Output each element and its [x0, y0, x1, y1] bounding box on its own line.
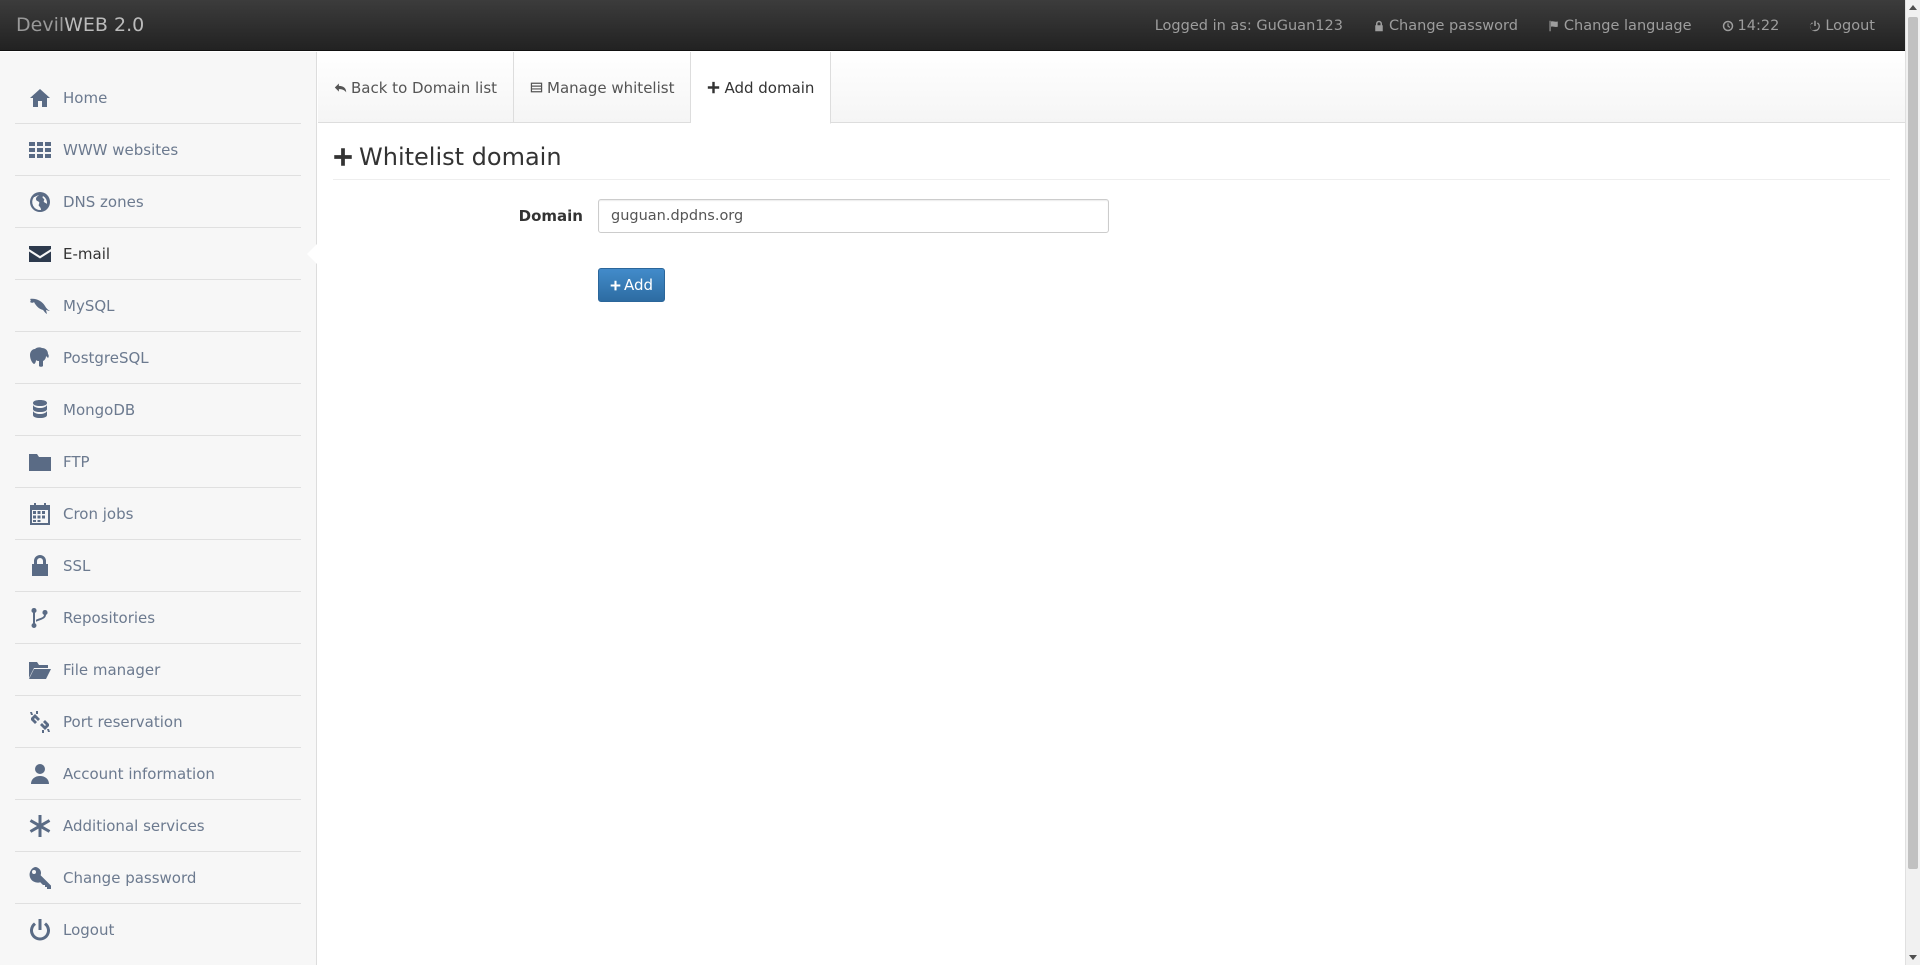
lock-icon [1375, 20, 1383, 31]
change-language-link[interactable]: Change language [1548, 18, 1692, 34]
domain-form-group: Domain Add [333, 199, 1890, 309]
logged-in-user: Logged in as: GuGuan123 [1155, 18, 1343, 34]
change-password-label: Change password [1388, 17, 1518, 34]
clock-icon [1722, 20, 1733, 31]
globe-icon [28, 190, 52, 214]
sidebar-item-dns-zones[interactable]: DNS zones [15, 176, 301, 228]
sidebar-item-port-reservation[interactable]: Port reservation [15, 696, 301, 748]
sidebar-menu: Home WWW websites DNS zones E-mail MySQL… [0, 72, 317, 956]
sidebar-item-label: FTP [63, 452, 90, 471]
sidebar-item-mysql[interactable]: MySQL [15, 280, 301, 332]
sidebar-item-additional-services[interactable]: Additional services [15, 800, 301, 852]
sidebar-item-postgresql[interactable]: PostgreSQL [15, 332, 301, 384]
page-title: Whitelist domain [333, 143, 1890, 180]
brand-prefix: Devil [16, 14, 65, 36]
home-icon [28, 86, 52, 110]
folder-open-icon [28, 658, 52, 682]
add-button-label: Add [624, 276, 654, 294]
clock-time: 14:22 [1737, 17, 1780, 34]
plus-icon [708, 81, 720, 94]
sidebar-item-label: Change password [63, 868, 197, 887]
sidebar-item-label: Additional services [63, 816, 205, 835]
sidebar-item-label: PostgreSQL [63, 348, 149, 367]
folder-icon [28, 450, 52, 474]
power-icon [1810, 20, 1821, 31]
change-password-link[interactable]: Change password [1373, 18, 1518, 34]
list-icon [530, 82, 543, 93]
asterisk-icon [28, 814, 52, 838]
sidebar-item-account-information[interactable]: Account information [15, 748, 301, 800]
tab-add-domain[interactable]: Add domain [691, 52, 832, 124]
add-button[interactable]: Add [598, 268, 666, 302]
main-panel: Back to Domain list Manage whitelist Add… [318, 52, 1905, 965]
sidebar-item-label: E-mail [63, 244, 111, 263]
tab-back-to-domain-list[interactable]: Back to Domain list [318, 52, 515, 123]
sidebar-item-www-websites[interactable]: WWW websites [15, 124, 301, 176]
page-title-text: Whitelist domain [359, 143, 562, 171]
plus-icon [610, 280, 621, 290]
grid-icon [28, 138, 52, 162]
sidebar-item-mongodb[interactable]: MongoDB [15, 384, 301, 436]
logout-label: Logout [1825, 17, 1875, 34]
sidebar-item-file-manager[interactable]: File manager [15, 644, 301, 696]
tab-label: Back to Domain list [351, 78, 498, 97]
brand-logo[interactable]: DevilWEB 2.0 [16, 14, 144, 36]
sidebar-item-ftp[interactable]: FTP [15, 436, 301, 488]
sidebar-item-label: Cron jobs [63, 504, 134, 523]
sidebar-item-label: SSL [63, 556, 91, 575]
scroll-up-arrow-icon[interactable] [1909, 5, 1917, 10]
sidebar-item-label: DNS zones [63, 192, 144, 211]
key-icon [28, 866, 52, 890]
sidebar: Home WWW websites DNS zones E-mail MySQL… [0, 52, 317, 965]
sidebar-item-label: File manager [63, 660, 161, 679]
content-area: Whitelist domain Domain Add [318, 123, 1905, 329]
sidebar-item-label: Home [63, 88, 108, 107]
calendar-icon [28, 502, 52, 526]
flag-icon [1549, 20, 1558, 31]
git-branch-icon [28, 606, 52, 630]
sidebar-item-label: WWW websites [63, 140, 179, 159]
logout-link[interactable]: Logout [1809, 18, 1875, 34]
page-scrollbar[interactable] [1905, 0, 1920, 965]
lock-icon [28, 554, 52, 578]
sidebar-item-email[interactable]: E-mail [15, 228, 317, 280]
elephant-icon [28, 346, 52, 370]
sidebar-item-label: MongoDB [63, 400, 136, 419]
sidebar-item-label: Port reservation [63, 712, 183, 731]
plus-icon [334, 148, 352, 166]
domain-label: Domain [518, 207, 583, 225]
tab-bar: Back to Domain list Manage whitelist Add… [318, 52, 1905, 124]
sidebar-item-label: Logout [63, 921, 115, 939]
back-arrow-icon [334, 83, 347, 93]
user-icon [28, 762, 52, 786]
sidebar-item-cron-jobs[interactable]: Cron jobs [15, 488, 301, 540]
sidebar-item-logout[interactable]: Logout [15, 904, 301, 956]
sidebar-item-home[interactable]: Home [15, 72, 301, 124]
sidebar-item-label: Repositories [63, 608, 156, 627]
change-language-label: Change language [1563, 17, 1692, 34]
add-domain-form: Domain Add [333, 199, 1890, 309]
tab-label: Add domain [724, 78, 815, 97]
power-icon [28, 918, 52, 942]
scroll-down-arrow-icon[interactable] [1909, 955, 1917, 960]
envelope-icon [28, 242, 52, 266]
tab-manage-whitelist[interactable]: Manage whitelist [514, 52, 692, 123]
sidebar-item-change-password[interactable]: Change password [15, 852, 301, 904]
session-clock: 14:22 [1722, 17, 1780, 34]
broken-link-icon [28, 710, 52, 734]
sidebar-item-label: MySQL [63, 296, 115, 315]
dolphin-icon [28, 294, 52, 318]
sidebar-item-repositories[interactable]: Repositories [15, 592, 301, 644]
top-nav-links: Logged in as: GuGuan123 Change password … [1125, 0, 1875, 51]
sidebar-item-ssl[interactable]: SSL [15, 540, 301, 592]
logged-in-label: Logged in as: GuGuan123 [1154, 17, 1343, 34]
sidebar-item-label: Account information [63, 764, 215, 783]
database-icon [28, 398, 52, 422]
brand-suffix: WEB 2.0 [64, 14, 145, 36]
top-navbar: DevilWEB 2.0 Logged in as: GuGuan123 Cha… [0, 0, 1905, 51]
domain-input[interactable] [598, 199, 1109, 233]
tab-label: Manage whitelist [547, 78, 675, 97]
scrollbar-thumb[interactable] [1908, 17, 1918, 869]
